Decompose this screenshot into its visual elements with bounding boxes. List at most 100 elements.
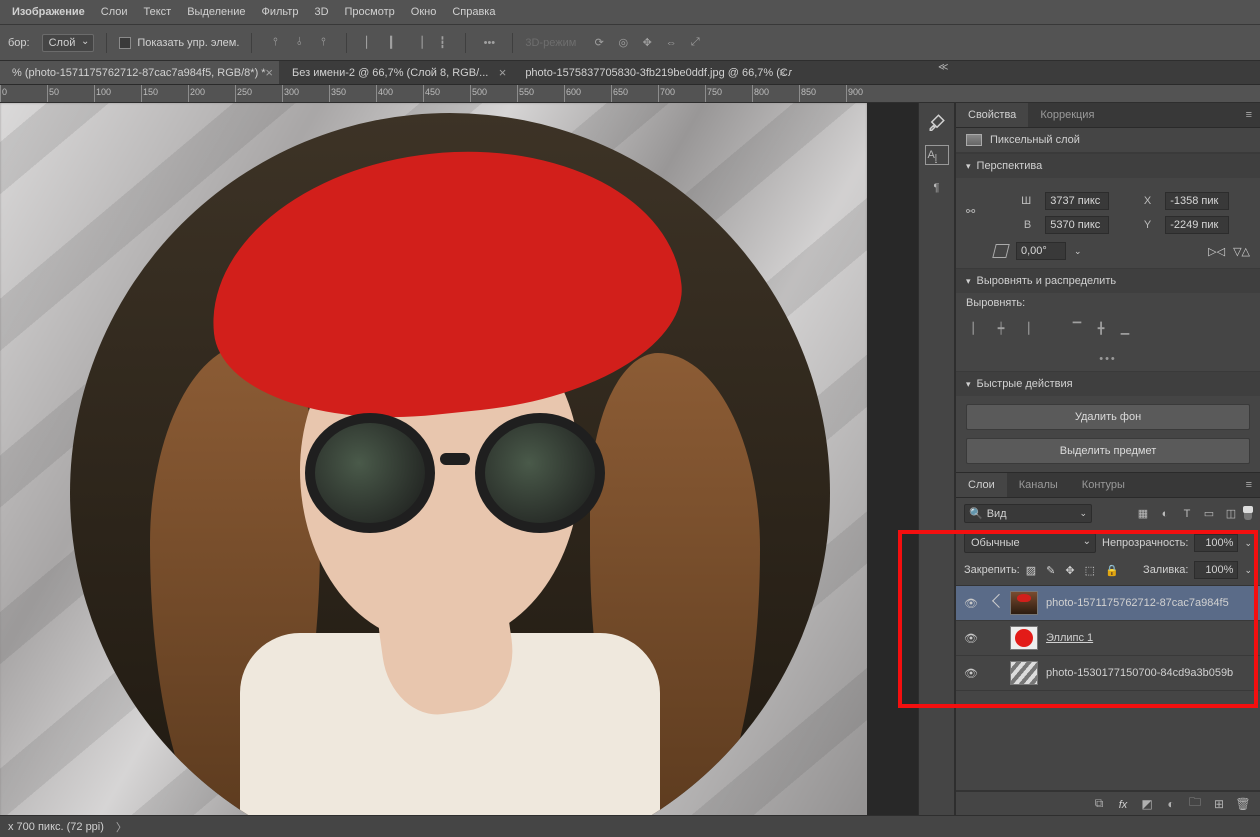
doc-tab-active[interactable]: % (photo-1571175762712-87cac7a984f5, RGB… [0, 61, 280, 84]
panel-menu-icon[interactable]: ≡ [1238, 103, 1260, 127]
3d-pan-icon[interactable]: ✥ [636, 32, 658, 54]
lock-pixels-icon[interactable]: ✎ [1046, 564, 1055, 577]
align-left-icon[interactable]: ▏ [359, 32, 381, 54]
align-hcenters-icon[interactable]: ┿ [990, 317, 1012, 339]
angle-dd-icon[interactable]: ⌄ [1074, 246, 1082, 257]
status-flyout-icon[interactable]: 〉 [116, 819, 127, 835]
more-align-icon[interactable]: ••• [478, 32, 500, 54]
more-options-icon[interactable]: ••• [956, 347, 1260, 371]
paragraph-panel-icon[interactable]: ¶ [926, 177, 948, 199]
align-bottom-icon[interactable]: ⫯ [312, 32, 334, 54]
delete-layer-icon[interactable]: 🗑 [1234, 797, 1252, 811]
fill-input[interactable]: 100% [1194, 561, 1238, 579]
close-icon[interactable]: × [779, 65, 787, 80]
menu-select[interactable]: Выделение [179, 2, 253, 22]
canvas-area[interactable] [0, 103, 918, 815]
3d-roll-icon[interactable]: ◎ [612, 32, 634, 54]
lock-all-icon[interactable]: 🔒 [1105, 564, 1119, 577]
filter-smart-icon[interactable]: ◫ [1222, 506, 1240, 522]
show-controls-checkbox[interactable]: Показать упр. элем. [119, 37, 239, 49]
chevron-down-icon[interactable]: ⌄ [1244, 565, 1252, 576]
align-top-edges-icon[interactable]: ▔ [1066, 317, 1088, 339]
new-group-icon[interactable]: 🗀 [1186, 793, 1204, 814]
align-head[interactable]: ▾Выровнять и распределить [956, 269, 1260, 293]
visibility-eye-icon[interactable]: 👁 [964, 597, 978, 610]
layer-thumbnail[interactable] [1010, 591, 1038, 615]
doc-tab[interactable]: photo-1575837705830-3fb219be0ddf.jpg @ 6… [513, 61, 793, 84]
align-top-icon[interactable]: ⫯ [264, 32, 286, 54]
tab-adjustments[interactable]: Коррекция [1028, 103, 1106, 127]
align-vcenter-icon[interactable]: ⫰ [288, 32, 310, 54]
tab-channels[interactable]: Каналы [1007, 473, 1070, 497]
filter-type-icon[interactable]: T [1178, 506, 1196, 522]
chevron-down-icon[interactable]: ⌄ [1244, 538, 1252, 549]
close-icon[interactable]: × [265, 65, 273, 80]
x-input[interactable] [1165, 192, 1229, 210]
blend-mode-dropdown[interactable]: Обычные [964, 533, 1096, 553]
horizontal-ruler[interactable]: 0501001502002503003504004505005506006507… [0, 85, 1260, 103]
opacity-input[interactable]: 100% [1194, 534, 1238, 552]
filter-adjust-icon[interactable]: ◐ [1156, 506, 1174, 522]
menu-window[interactable]: Окно [403, 2, 445, 22]
layer-row[interactable]: 👁 photo-1530177150700-84cd9a3b059b [956, 656, 1260, 691]
layer-name-label[interactable]: photo-1571175762712-87cac7a984f5 [1046, 597, 1229, 609]
filter-pixel-icon[interactable]: ▦ [1134, 506, 1152, 522]
menu-help[interactable]: Справка [444, 2, 503, 22]
transform-head[interactable]: ▾Перспектива [956, 154, 1260, 178]
filter-shape-icon[interactable]: ▭ [1200, 506, 1218, 522]
layer-filter-dropdown[interactable]: 🔍 Вид ⌄ [964, 504, 1092, 523]
height-input[interactable] [1045, 216, 1109, 234]
filter-toggle[interactable] [1244, 506, 1252, 520]
tab-properties[interactable]: Свойства [956, 103, 1028, 127]
layer-mask-icon[interactable]: ◩ [1138, 797, 1156, 811]
layer-name-label[interactable]: Эллипс 1 [1046, 632, 1093, 644]
canvas[interactable] [0, 103, 867, 815]
menu-filter[interactable]: Фильтр [254, 2, 307, 22]
lock-artboard-icon[interactable]: ⬚ [1085, 564, 1095, 577]
align-right-edges-icon[interactable]: ▕ [1014, 317, 1036, 339]
align-right-icon[interactable]: ▕ [407, 32, 429, 54]
brush-panel-icon[interactable] [926, 111, 948, 133]
y-input[interactable] [1165, 216, 1229, 234]
width-input[interactable] [1045, 192, 1109, 210]
menu-3d[interactable]: 3D [306, 2, 336, 22]
flip-horizontal-icon[interactable]: ▷◁ [1208, 245, 1225, 258]
quick-head[interactable]: ▾Быстрые действия [956, 372, 1260, 396]
align-hcenter-icon[interactable]: ▎ [383, 32, 405, 54]
distribute-icon[interactable]: ┇ [431, 32, 453, 54]
visibility-eye-icon[interactable]: 👁 [964, 632, 978, 645]
layer-row[interactable]: 👁 Эллипс 1 [956, 621, 1260, 656]
align-left-edges-icon[interactable]: ▏ [966, 317, 988, 339]
link-wh-icon[interactable]: ⚯ [966, 205, 975, 218]
layer-thumbnail[interactable] [1010, 626, 1038, 650]
menu-image[interactable]: Изображение [4, 2, 93, 22]
doc-tab[interactable]: Без имени-2 @ 66,7% (Слой 8, RGB/...× [280, 61, 513, 84]
tab-paths[interactable]: Контуры [1070, 473, 1137, 497]
remove-background-button[interactable]: Удалить фон [966, 404, 1250, 430]
angle-input[interactable] [1016, 242, 1066, 260]
menu-layers[interactable]: Слои [93, 2, 136, 22]
close-icon[interactable]: × [499, 65, 507, 80]
align-vcenters-icon[interactable]: ╋ [1090, 317, 1112, 339]
layer-name-label[interactable]: photo-1530177150700-84cd9a3b059b [1046, 667, 1233, 679]
layer-fx-icon[interactable]: fx [1114, 797, 1132, 811]
panel-menu-icon[interactable]: ≡ [1238, 473, 1260, 497]
collapse-arrow-icon[interactable]: ≪ [938, 62, 952, 76]
tab-layers[interactable]: Слои [956, 473, 1007, 497]
link-layers-icon[interactable]: ⧉ [1090, 796, 1108, 811]
layer-thumbnail[interactable] [1010, 661, 1038, 685]
align-bottom-edges-icon[interactable]: ▁ [1114, 317, 1136, 339]
adjustment-layer-icon[interactable]: ◐ [1162, 797, 1180, 811]
lock-transparency-icon[interactable]: ▨ [1026, 564, 1036, 577]
select-subject-button[interactable]: Выделить предмет [966, 438, 1250, 464]
autoselect-dropdown[interactable]: Слой [42, 34, 95, 52]
3d-scale-icon[interactable]: ⤢ [684, 32, 706, 54]
new-layer-icon[interactable]: ⊞ [1210, 797, 1228, 811]
menu-view[interactable]: Просмотр [337, 2, 403, 22]
visibility-eye-icon[interactable]: 👁 [964, 667, 978, 680]
lock-position-icon[interactable]: ✥ [1065, 564, 1074, 577]
flip-vertical-icon[interactable]: ▽△ [1233, 245, 1250, 258]
menu-text[interactable]: Текст [136, 2, 180, 22]
3d-slide-icon[interactable]: ⇔ [660, 32, 682, 54]
layer-row[interactable]: 👁 photo-1571175762712-87cac7a984f5 [956, 586, 1260, 621]
